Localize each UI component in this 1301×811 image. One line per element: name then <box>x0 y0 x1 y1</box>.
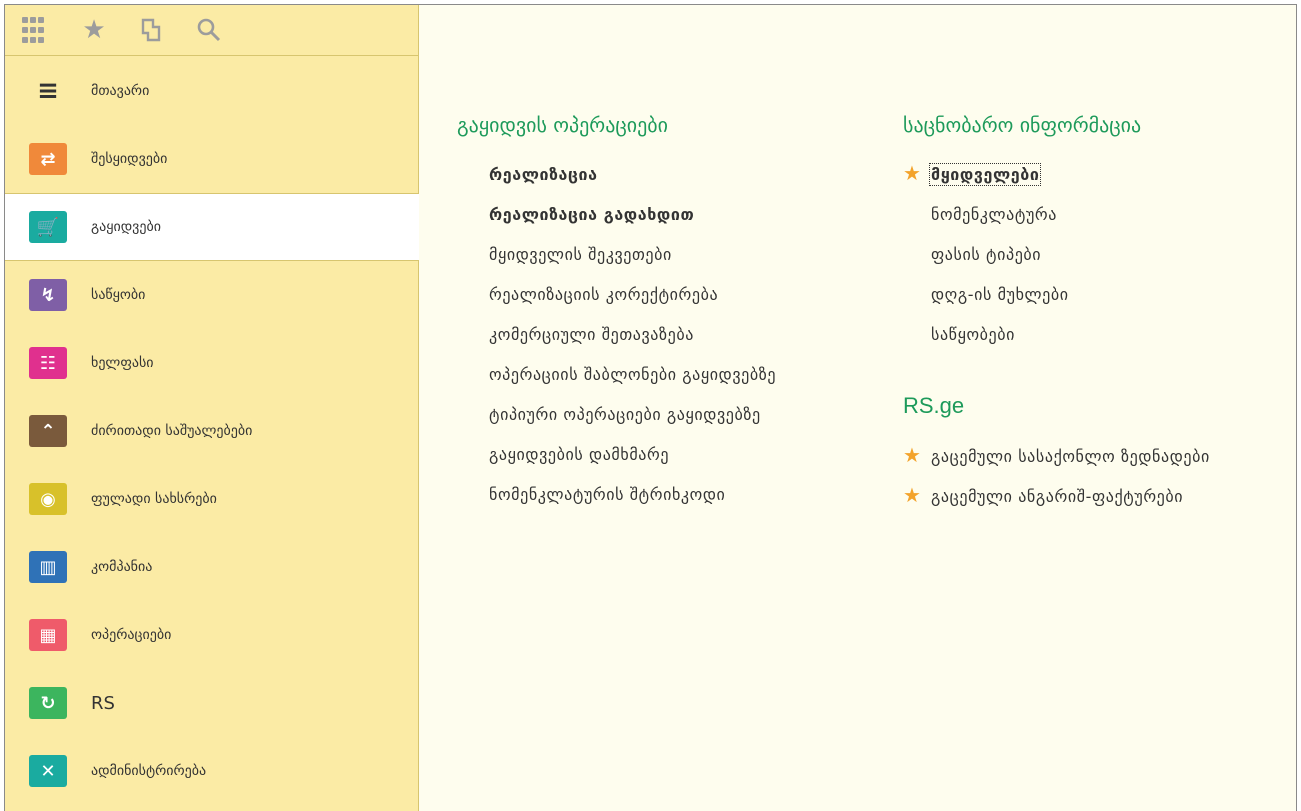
sales-link[interactable]: ტიპიური ოპერაციები გაყიდვებზე <box>489 405 761 424</box>
sidebar-item-9[interactable]: ↻ RS <box>5 669 418 737</box>
sidebar-item-3[interactable]: ↯ საწყობი <box>5 261 418 329</box>
sidebar-toolbar: ★ <box>5 5 418 56</box>
sidebar-item-2[interactable]: 🛒 გაყიდვები <box>5 193 419 261</box>
section-title-sales: გაყიდვის ოპერაციები <box>457 113 668 137</box>
sidebar-item-7[interactable]: ▥ კომპანია <box>5 533 418 601</box>
chevron-up-icon: ⌃ <box>29 415 67 447</box>
sidebar-nav: ≡ მთავარი ⇄ შესყიდვები 🛒 გაყიდვები ↯ საწყობი ☷ ხე… <box>5 57 419 805</box>
reference-link[interactable]: ნომენკლატურა <box>931 205 1057 224</box>
sidebar-item-label: ხელფასი <box>91 355 154 371</box>
section-title-reference: საცნობარო ინფორმაცია <box>903 113 1142 137</box>
history-icon[interactable] <box>137 16 165 44</box>
sidebar-item-label: გაყიდვები <box>91 219 161 235</box>
handshake-icon: ⇄ <box>29 143 67 175</box>
sidebar-item-label: მთავარი <box>91 83 150 99</box>
building-icon: ▥ <box>29 551 67 583</box>
apps-grid-icon[interactable] <box>21 16 45 44</box>
sales-link[interactable]: ნომენკლატურის შტრიხკოდი <box>489 485 725 504</box>
sales-link[interactable]: გაყიდვების დამხმარე <box>489 445 669 464</box>
sidebar-item-6[interactable]: ◉ ფულადი სახსრები <box>5 465 418 533</box>
favorite-star-icon[interactable]: ★ <box>903 485 921 505</box>
search-icon[interactable] <box>195 16 223 44</box>
hand-truck-icon: ↯ <box>29 279 67 311</box>
sidebar-item-label: ძირითადი საშუალებები <box>91 423 253 439</box>
reference-link[interactable]: მყიდველები <box>928 163 1042 186</box>
sales-link[interactable]: რეალიზაცია <box>489 165 598 184</box>
sidebar-item-1[interactable]: ⇄ შესყიდვები <box>5 125 418 193</box>
cart-icon: 🛒 <box>29 211 67 243</box>
favorite-star-icon[interactable]: ★ <box>903 163 921 183</box>
sidebar-item-label: ოპერაციები <box>91 627 172 643</box>
menu-icon: ≡ <box>37 76 59 106</box>
sales-link[interactable]: რეალიზაცია გადახდით <box>489 205 694 224</box>
sidebar-item-5[interactable]: ⌃ ძირითადი საშუალებები <box>5 397 418 465</box>
favorites-star-icon[interactable]: ★ <box>79 16 109 44</box>
sidebar-item-label: ფულადი სახსრები <box>91 491 217 507</box>
sidebar-item-label: კომპანია <box>91 559 153 575</box>
sidebar: ★ ≡ მთავარი ⇄ შესყიდვები 🛒 გაყიდვები ↯ საწყობი ☷… <box>5 5 419 811</box>
favorite-star-icon[interactable]: ★ <box>903 445 921 465</box>
rs-link[interactable]: გაცემული სასაქონლო ზედნადები <box>931 447 1210 466</box>
sidebar-item-8[interactable]: ▦ ოპერაციები <box>5 601 418 669</box>
rs-link[interactable]: გაცემული ანგარიშ-ფაქტურები <box>931 487 1183 506</box>
people-icon: ☷ <box>29 347 67 379</box>
reference-link[interactable]: საწყობები <box>931 325 1015 344</box>
sales-link[interactable]: მყიდველის შეკვეთები <box>489 245 672 264</box>
sidebar-item-4[interactable]: ☷ ხელფასი <box>5 329 418 397</box>
sidebar-item-10[interactable]: ✕ ადმინისტრირება <box>5 737 418 805</box>
sales-link[interactable]: კომერციული შეთავაზება <box>489 325 694 344</box>
calculator-icon: ▦ <box>29 619 67 651</box>
sidebar-item-label: RS <box>91 692 115 714</box>
reference-link[interactable]: დღგ-ის მუხლები <box>931 285 1069 304</box>
sales-link[interactable]: რეალიზაციის კორექტირება <box>489 285 718 304</box>
section-title-rs: RS.ge <box>903 393 965 418</box>
sidebar-item-label: შესყიდვები <box>91 151 168 167</box>
refresh-icon: ↻ <box>29 687 67 719</box>
sidebar-item-label: ადმინისტრირება <box>91 763 207 779</box>
app-window: ★ ≡ მთავარი ⇄ შესყიდვები 🛒 გაყიდვები ↯ საწყობი ☷… <box>4 4 1297 811</box>
sidebar-item-label: საწყობი <box>91 287 146 303</box>
sidebar-item-0[interactable]: ≡ მთავარი <box>5 57 418 125</box>
main-content: გაყიდვის ოპერაციები რეალიზაცია რეალიზაცია… <box>419 5 1296 811</box>
reference-link[interactable]: ფასის ტიპები <box>931 245 1041 264</box>
coin-icon: ◉ <box>29 483 67 515</box>
sales-link[interactable]: ოპერაციის შაბლონები გაყიდვებზე <box>489 365 776 384</box>
tools-icon: ✕ <box>29 755 67 787</box>
